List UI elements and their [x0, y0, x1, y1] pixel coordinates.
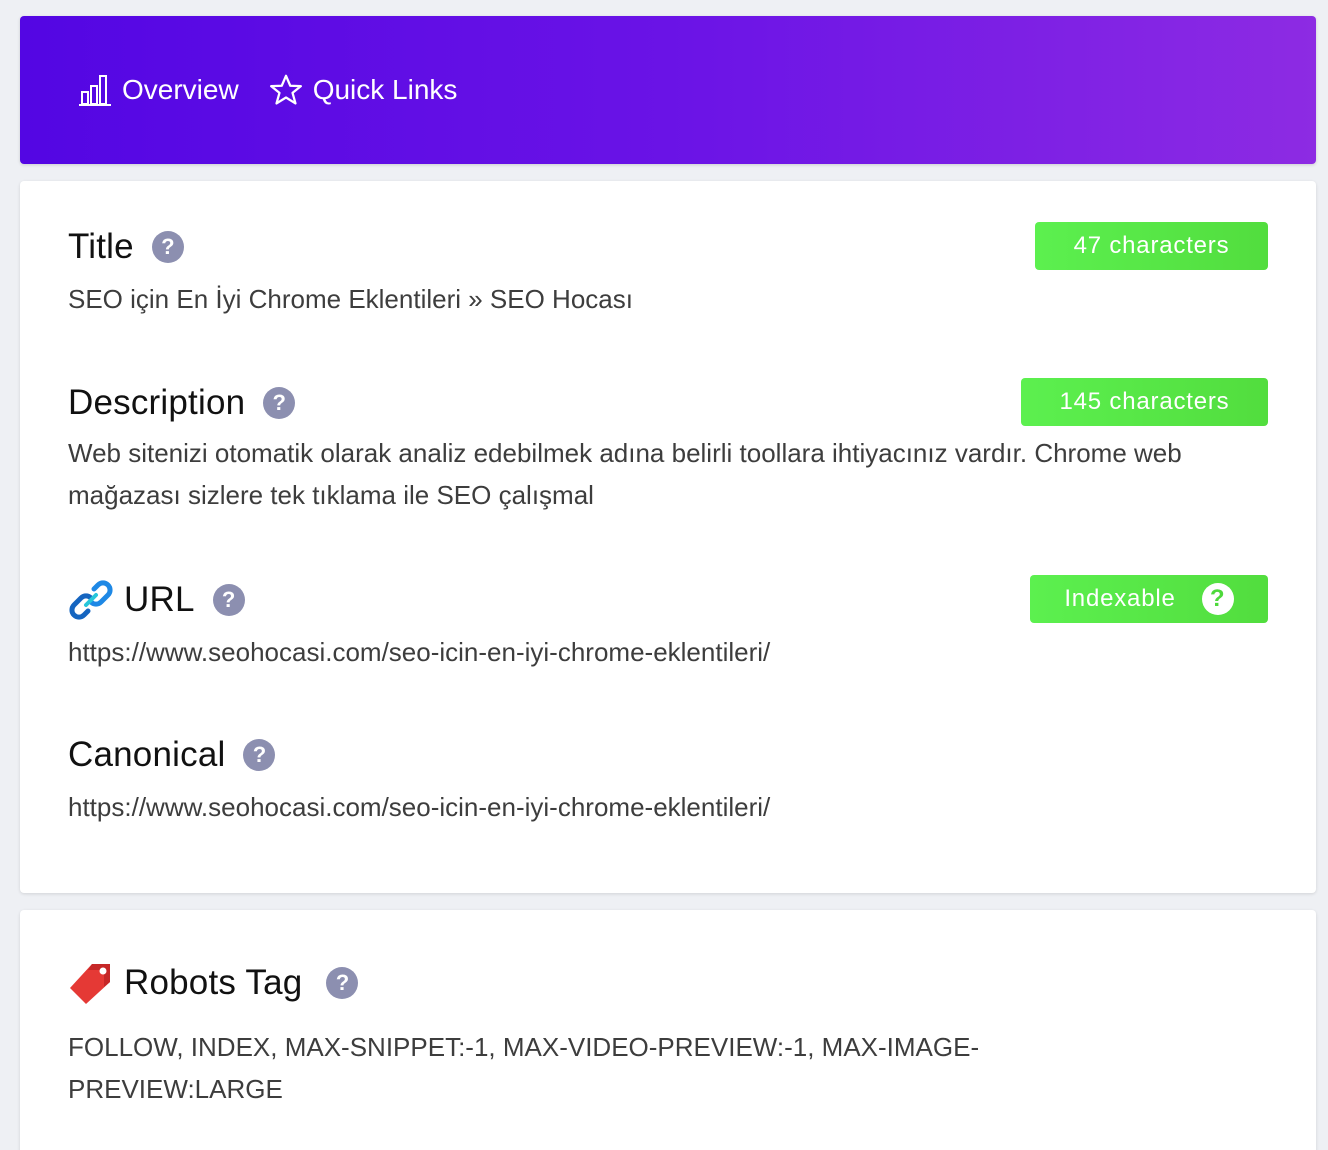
nav-overview[interactable]: Overview	[78, 74, 239, 106]
help-icon[interactable]: ?	[151, 231, 184, 263]
description-section: Description ? 145 characters Web siteniz…	[68, 378, 1268, 516]
canonical-value: https://www.seohocasi.com/seo-icin-en-iy…	[68, 792, 771, 822]
indexable-badge: Indexable ?	[1030, 575, 1268, 623]
canonical-section: Canonical ? https://www.seohocasi.com/se…	[68, 730, 1268, 828]
top-nav-bar: Overview Quick Links	[20, 16, 1316, 164]
title-value: SEO için En İyi Chrome Eklentileri » SEO…	[68, 284, 633, 314]
robots-card: Robots Tag ? FOLLOW, INDEX, MAX-SNIPPET:…	[20, 910, 1316, 1150]
tag-icon	[68, 960, 114, 1006]
description-value: Web sitenizi otomatik olarak analiz edeb…	[68, 438, 1182, 510]
indexable-help-icon[interactable]: ?	[1201, 583, 1234, 615]
robots-section: Robots Tag ? FOLLOW, INDEX, MAX-SNIPPET:…	[68, 958, 1268, 1110]
help-icon[interactable]: ?	[263, 387, 296, 419]
url-heading: URL	[124, 580, 195, 619]
nav-quick-links[interactable]: Quick Links	[269, 73, 458, 107]
help-icon[interactable]: ?	[326, 967, 359, 999]
help-icon[interactable]: ?	[243, 739, 276, 771]
link-icon	[68, 577, 114, 623]
canonical-heading: Canonical	[68, 735, 226, 774]
nav-overview-label: Overview	[122, 74, 239, 105]
star-icon	[269, 74, 302, 105]
robots-value: FOLLOW, INDEX, MAX-SNIPPET:-1, MAX-VIDEO…	[68, 1032, 980, 1104]
description-heading: Description	[68, 383, 246, 422]
bar-chart-icon	[79, 75, 111, 106]
title-section: Title ? 47 characters SEO için En İyi Ch…	[68, 222, 1268, 320]
title-heading: Title	[68, 227, 134, 266]
nav-quick-links-label: Quick Links	[312, 74, 458, 105]
title-length-badge: 47 characters	[1035, 222, 1268, 270]
meta-info-card: Title ? 47 characters SEO için En İyi Ch…	[20, 181, 1316, 893]
robots-heading: Robots Tag	[124, 963, 303, 1002]
indexable-label: Indexable	[1064, 585, 1176, 612]
url-section: URL ? Indexable ? https://www.seohocasi.…	[68, 575, 1268, 673]
help-icon[interactable]: ?	[212, 584, 245, 616]
url-value: https://www.seohocasi.com/seo-icin-en-iy…	[68, 637, 771, 667]
description-length-badge: 145 characters	[1021, 378, 1268, 426]
